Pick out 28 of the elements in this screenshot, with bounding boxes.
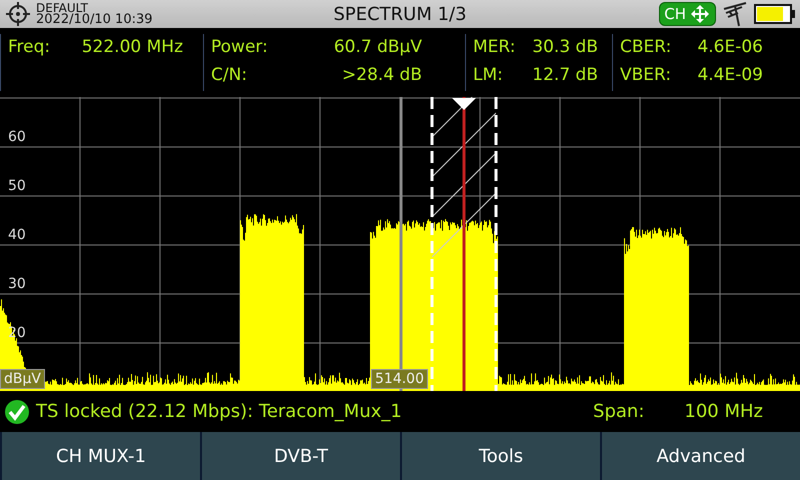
axis-label: 40 xyxy=(8,227,26,243)
measure-value: 60.7 dBµV xyxy=(334,37,422,57)
measure-label: Power: xyxy=(211,37,268,57)
date-time: 2022/10/10 10:39 xyxy=(36,14,153,26)
measure-label: LM: xyxy=(473,65,503,85)
measure-value: 522.00 MHz xyxy=(82,37,183,57)
marker-frequency-label: 514.00 xyxy=(371,369,428,389)
measure-label: CBER: xyxy=(620,37,672,57)
profile-name: DEFAULT xyxy=(36,2,88,14)
measure-value: 4.6E-06 xyxy=(697,37,763,57)
screen-title: SPECTRUM 1/3 xyxy=(333,4,467,24)
battery-icon xyxy=(754,3,796,25)
crosshair-icon xyxy=(4,1,32,27)
unit-label: dBµV xyxy=(0,369,45,389)
span-label: Span: xyxy=(593,401,644,422)
measure-value: 30.3 dB xyxy=(532,37,598,57)
axis-label: 50 xyxy=(8,178,26,194)
lock-status-text: TS locked (22.12 Mbps): Teracom_Mux_1 xyxy=(36,401,402,422)
measure-value: 12.7 dB xyxy=(532,65,598,85)
axis-label: 30 xyxy=(8,276,26,292)
axis-label: 60 xyxy=(8,129,26,145)
measure-value: >28.4 dB xyxy=(342,65,422,85)
measure-label: MER: xyxy=(473,37,516,57)
measure-label: VBER: xyxy=(620,65,672,85)
span-value: 100 MHz xyxy=(684,401,763,422)
measure-label: Freq: xyxy=(8,37,50,57)
measure-value: 4.4E-09 xyxy=(697,65,763,85)
measure-label: C/N: xyxy=(211,65,248,85)
